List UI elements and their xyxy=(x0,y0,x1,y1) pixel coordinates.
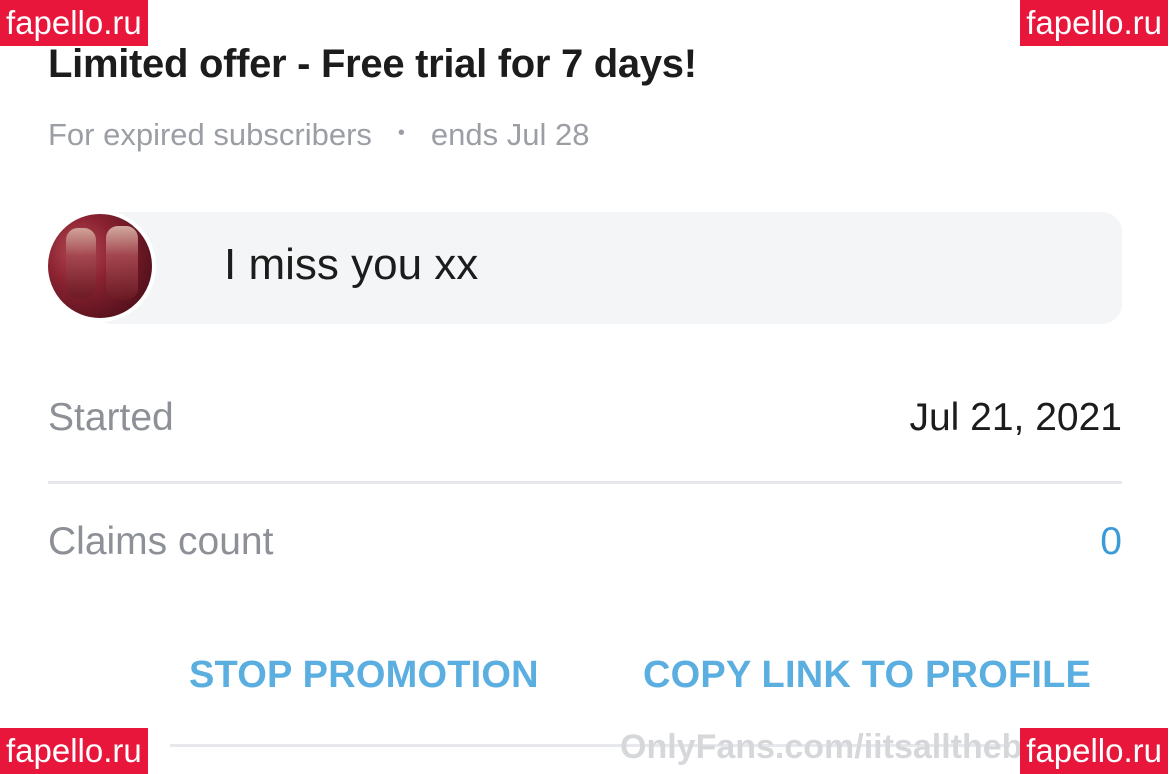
promo-message: I miss you xx xyxy=(44,210,1122,324)
footer-watermark: OnlyFans.com/iitsallthebl xyxy=(620,728,1032,766)
offer-subtitle: For expired subscribers • ends Jul 28 xyxy=(48,117,589,153)
stop-promotion-button[interactable]: STOP PROMOTION xyxy=(189,654,539,697)
message-text: I miss you xx xyxy=(224,240,479,289)
watermark-top-left: fapello.ru xyxy=(0,0,148,46)
claims-row: Claims count 0 xyxy=(48,520,1122,580)
offer-audience: For expired subscribers xyxy=(48,117,372,152)
offer-title: Limited offer - Free trial for 7 days! xyxy=(48,42,697,86)
watermark-bottom-right: fapello.ru xyxy=(1020,728,1168,774)
separator-dot: • xyxy=(397,121,405,144)
started-label: Started xyxy=(48,396,174,439)
avatar[interactable] xyxy=(44,210,156,322)
watermark-bottom-left: fapello.ru xyxy=(0,728,148,774)
offer-end-date: ends Jul 28 xyxy=(430,117,590,152)
copy-link-button[interactable]: COPY LINK TO PROFILE xyxy=(643,654,1091,697)
divider xyxy=(48,481,1122,484)
message-bubble: I miss you xx xyxy=(92,212,1122,324)
started-value: Jul 21, 2021 xyxy=(909,396,1122,439)
promotion-card: Limited offer - Free trial for 7 days! F… xyxy=(0,0,1170,774)
claims-value[interactable]: 0 xyxy=(1100,520,1122,564)
watermark-top-right: fapello.ru xyxy=(1020,0,1168,46)
claims-label: Claims count xyxy=(48,520,274,563)
started-row: Started Jul 21, 2021 xyxy=(48,396,1122,456)
